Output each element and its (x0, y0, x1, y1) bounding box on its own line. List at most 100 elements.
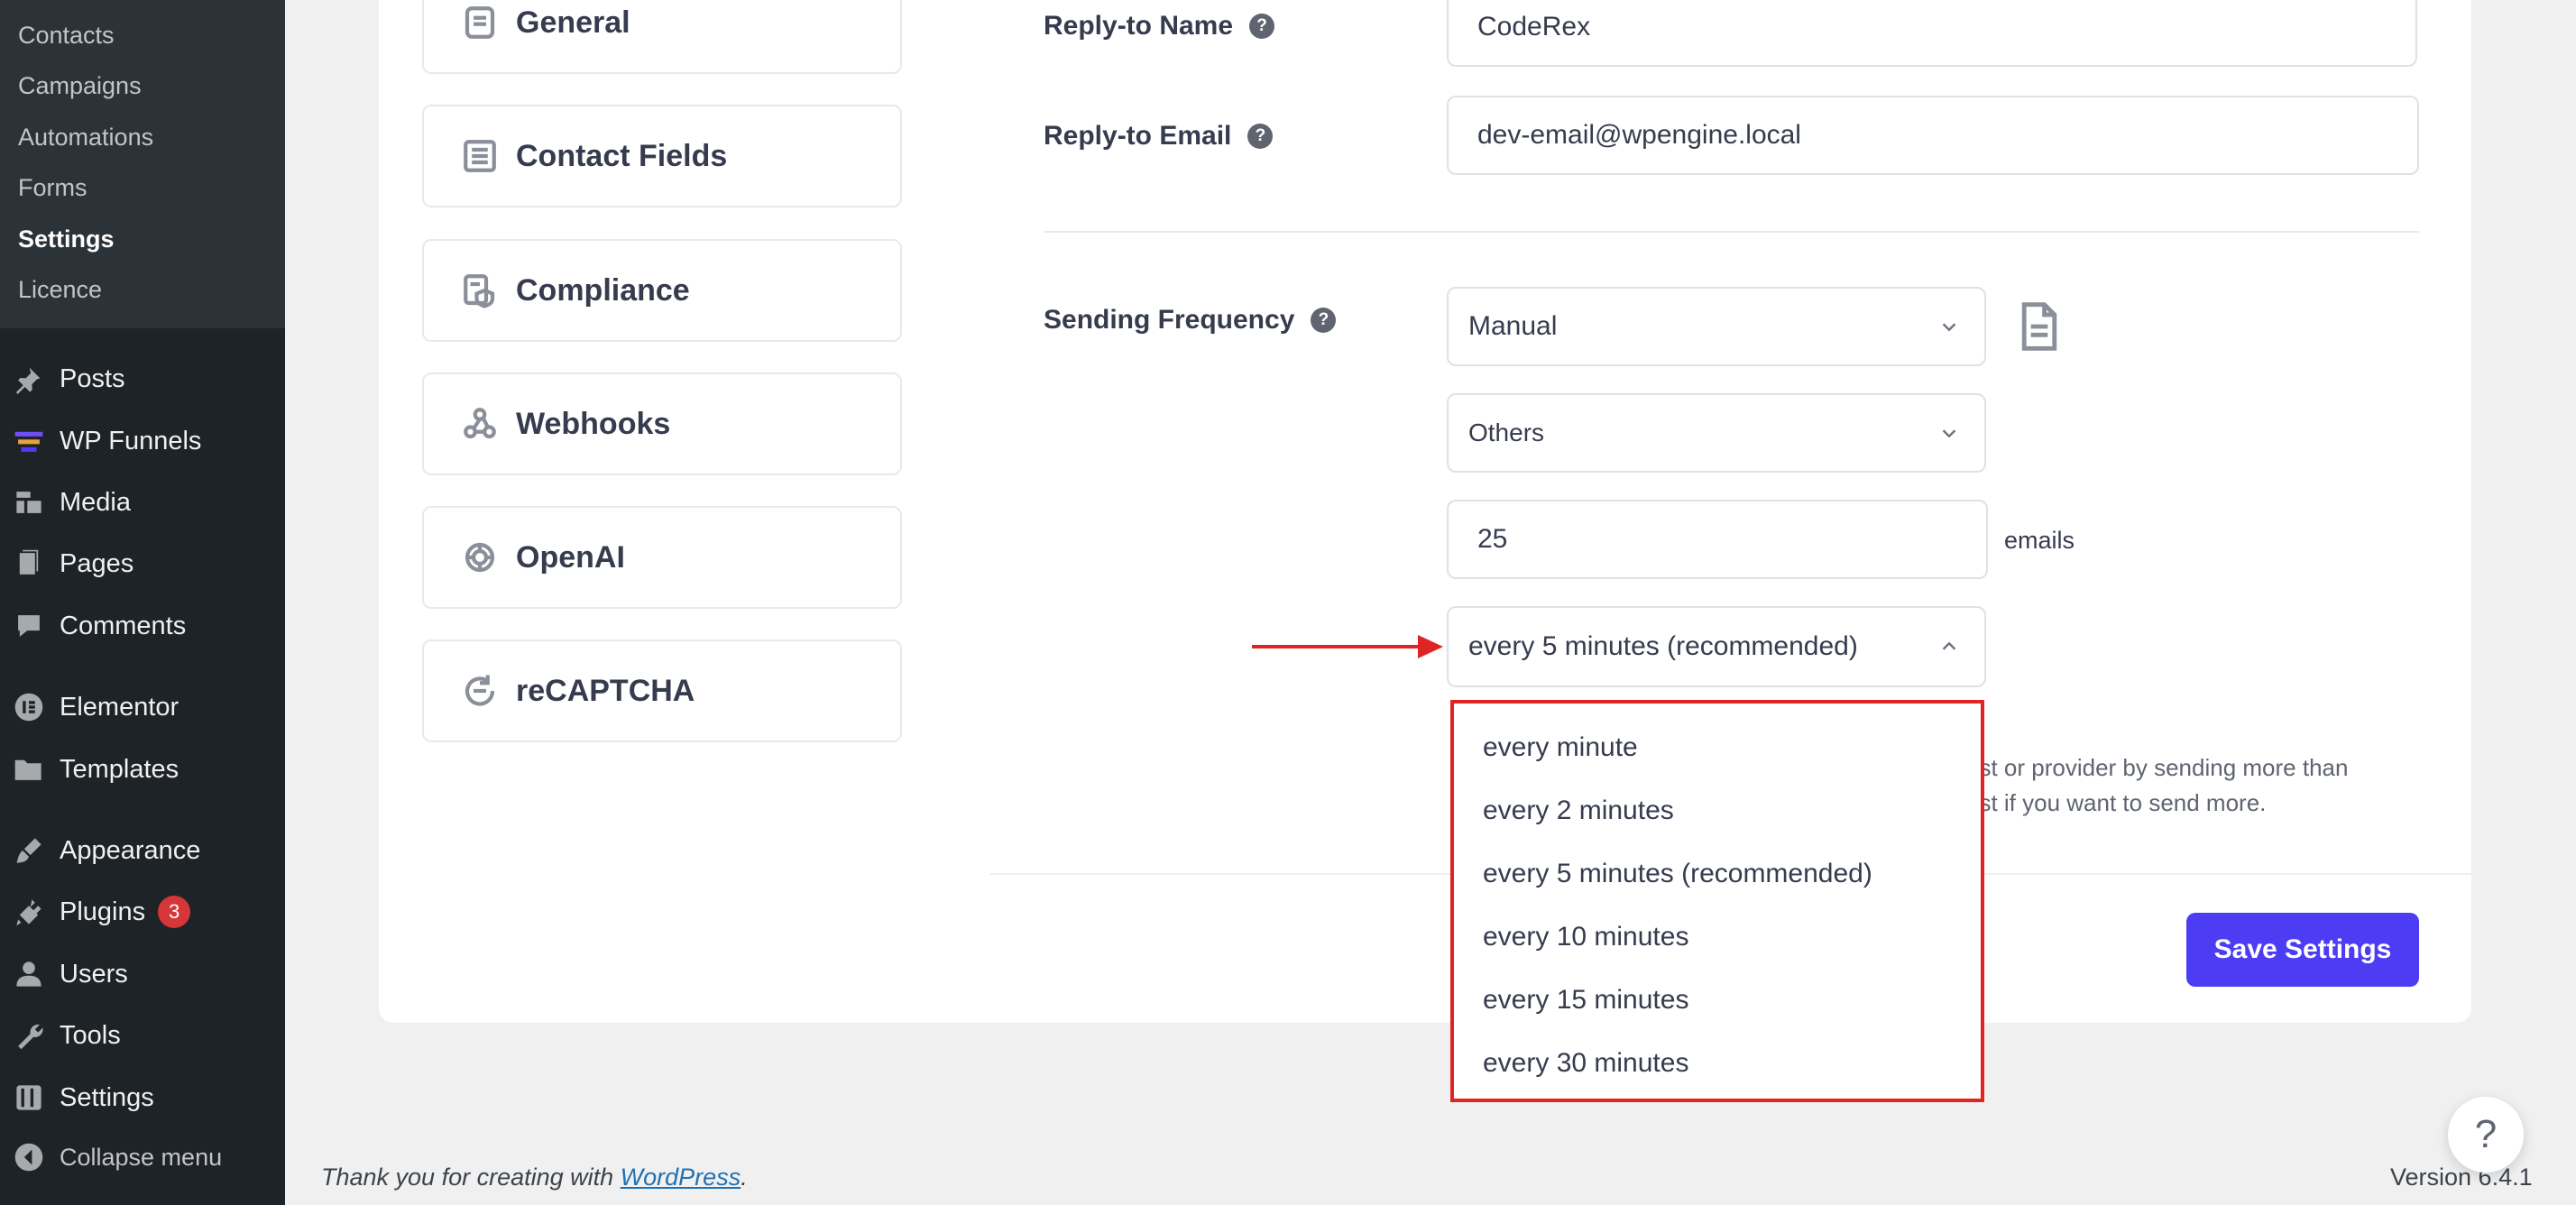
document-icon[interactable] (2019, 301, 2060, 352)
reply-to-name-input[interactable]: CodeRex (1447, 0, 2417, 67)
menu-media[interactable]: Media (0, 475, 285, 529)
select-value: every 5 minutes (recommended) (1468, 631, 1858, 661)
brush-icon (13, 834, 45, 867)
option-every-2-minutes[interactable]: every 2 minutes (1483, 796, 1674, 826)
menu-appearance[interactable]: Appearance (0, 823, 285, 878)
option-every-5-minutes[interactable]: every 5 minutes (recommended) (1483, 859, 1872, 889)
media-icon (13, 486, 45, 519)
nav-label: Compliance (516, 272, 690, 308)
chevron-down-icon (1939, 317, 1959, 336)
update-count-badge: 3 (158, 896, 191, 928)
menu-label: Plugins (60, 897, 146, 926)
save-settings-button[interactable]: Save Settings (2186, 913, 2419, 987)
menu-label: Posts (60, 363, 125, 393)
pages-icon (13, 547, 45, 580)
nav-general[interactable]: General (422, 0, 902, 74)
label-text: Sending Frequency (1044, 305, 1295, 335)
menu-settings[interactable]: Settings (0, 1071, 285, 1125)
select-value: Others (1468, 419, 1545, 446)
option-every-minute[interactable]: every minute (1483, 732, 1638, 763)
webhooks-icon (460, 404, 500, 444)
frequency-note-line-1: ost or provider by sending more than (1966, 754, 2349, 781)
nav-openai[interactable]: OpenAI (422, 506, 902, 609)
reply-to-name-label: Reply-to Name ? (1044, 11, 1275, 41)
menu-label: Elementor (60, 692, 179, 722)
nav-compliance[interactable]: Compliance (422, 239, 902, 342)
help-bubble-button[interactable]: ? (2448, 1097, 2524, 1173)
option-every-10-minutes[interactable]: every 10 minutes (1483, 922, 1688, 952)
menu-elementor[interactable]: Elementor (0, 680, 285, 734)
menu-label: Settings (60, 1082, 154, 1112)
menu-label: WP Funnels (60, 426, 202, 455)
submenu-licence[interactable]: Licence (18, 276, 102, 304)
reply-to-email-label: Reply-to Email ? (1044, 121, 1274, 152)
general-icon (460, 3, 500, 42)
email-count-input[interactable]: 25 (1447, 500, 1988, 579)
label-text: Reply-to Email (1044, 121, 1232, 151)
admin-sidebar: Contacts Campaigns Automations Forms Set… (0, 0, 285, 1205)
section-divider (1044, 231, 2419, 233)
select-value: Manual (1468, 311, 1558, 341)
interval-dropdown-menu: every minute every 2 minutes every 5 min… (1450, 700, 1984, 1102)
interval-select[interactable]: every 5 minutes (recommended) (1447, 606, 1986, 687)
admin-footer-text: Thank you for creating with WordPress. (321, 1164, 748, 1191)
footer-prefix: Thank you for creating with (321, 1164, 621, 1191)
settings-icon (13, 1081, 45, 1114)
menu-plugins[interactable]: Plugins 3 (0, 885, 285, 939)
comments-icon (13, 610, 45, 642)
collapse-label: Collapse menu (60, 1143, 223, 1171)
emails-unit-label: emails (2004, 527, 2075, 554)
menu-pages[interactable]: Pages (0, 537, 285, 591)
menu-label: Templates (60, 754, 179, 784)
submenu-forms[interactable]: Forms (18, 174, 87, 202)
menu-templates[interactable]: Templates (0, 742, 285, 796)
user-icon (13, 958, 45, 990)
wrench-icon (13, 1019, 45, 1052)
submenu-settings[interactable]: Settings (18, 225, 115, 253)
nav-contact-fields[interactable]: Contact Fields (422, 105, 902, 207)
provider-select[interactable]: Others (1447, 393, 1986, 473)
menu-tools[interactable]: Tools (0, 1008, 285, 1062)
collapse-menu-button[interactable]: Collapse menu (0, 1130, 285, 1184)
collapse-icon (13, 1141, 45, 1173)
help-icon[interactable]: ? (1247, 124, 1274, 149)
frequency-note-line-2: ost if you want to send more. (1966, 789, 2267, 816)
help-icon[interactable]: ? (1311, 308, 1337, 333)
menu-label: Comments (60, 611, 187, 640)
submenu-contacts[interactable]: Contacts (18, 22, 115, 50)
frequency-mode-select[interactable]: Manual (1447, 287, 1986, 366)
menu-label: Media (60, 487, 131, 517)
option-every-15-minutes[interactable]: every 15 minutes (1483, 985, 1688, 1016)
contact-fields-icon (460, 136, 500, 176)
menu-label: Tools (60, 1020, 121, 1050)
funnel-icon (13, 425, 45, 457)
submenu-campaigns[interactable]: Campaigns (18, 72, 142, 100)
reply-to-email-input[interactable]: dev-email@wpengine.local (1447, 96, 2419, 175)
label-text: Reply-to Name (1044, 11, 1234, 41)
menu-posts[interactable]: Posts (0, 352, 285, 406)
menu-wp-funnels[interactable]: WP Funnels (0, 414, 285, 468)
folder-icon (13, 753, 45, 786)
openai-icon (460, 538, 500, 577)
wordpress-link[interactable]: WordPress (621, 1164, 741, 1191)
nav-webhooks[interactable]: Webhooks (422, 373, 902, 475)
nav-label: Webhooks (516, 406, 671, 441)
annotation-arrow (1252, 635, 1443, 658)
menu-users[interactable]: Users (0, 947, 285, 1001)
menu-comments[interactable]: Comments (0, 599, 285, 653)
nav-label: General (516, 5, 630, 40)
version-text: Version 6.4.1 (2390, 1164, 2533, 1191)
menu-label: Appearance (60, 835, 201, 865)
compliance-icon (460, 271, 500, 310)
chevron-down-icon (1939, 423, 1959, 443)
nav-label: reCAPTCHA (516, 673, 695, 708)
option-every-30-minutes[interactable]: every 30 minutes (1483, 1048, 1688, 1079)
chevron-up-icon (1939, 637, 1959, 657)
menu-label: Users (60, 959, 128, 989)
pin-icon (13, 363, 45, 395)
menu-label: Pages (60, 548, 134, 578)
nav-recaptcha[interactable]: reCAPTCHA (422, 639, 902, 742)
submenu-automations[interactable]: Automations (18, 124, 153, 152)
help-icon[interactable]: ? (1249, 14, 1275, 39)
recaptcha-icon (460, 671, 500, 711)
